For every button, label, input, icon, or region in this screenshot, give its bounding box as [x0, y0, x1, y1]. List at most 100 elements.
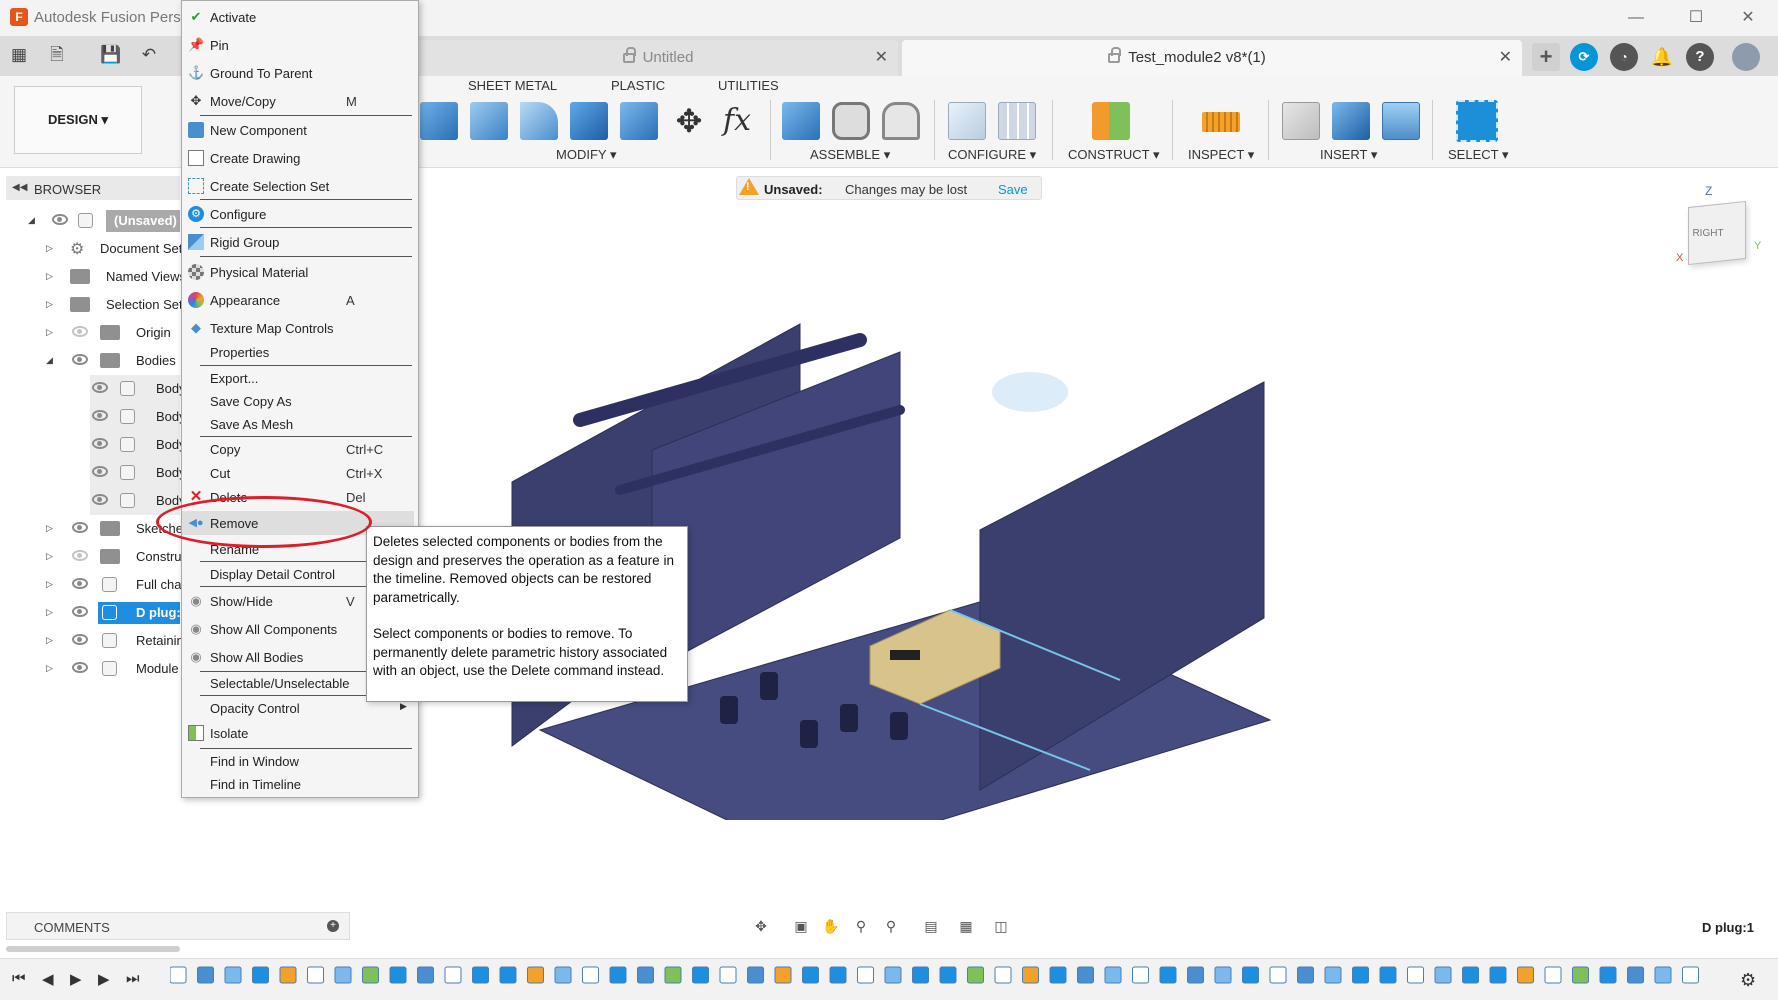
configure-icon[interactable] — [948, 102, 986, 140]
go-to-start-icon[interactable]: ⏮ — [12, 970, 26, 987]
tree-row-body[interactable]: Body — [90, 403, 186, 431]
expand-triangle-icon[interactable]: ▷ — [46, 551, 53, 562]
step-forward-icon[interactable]: ▶ — [98, 970, 110, 988]
tree-row-retaining[interactable]: ▷ Retainin — [6, 627, 184, 655]
close-tab-icon[interactable]: ✕ — [1499, 40, 1512, 76]
timeline-feature-icon[interactable] — [1517, 966, 1534, 984]
timeline-settings-gear-icon[interactable]: ⚙ — [1740, 970, 1756, 991]
offset-plane-icon[interactable] — [1092, 102, 1130, 140]
expand-triangle-icon[interactable]: ▷ — [46, 327, 53, 338]
timeline-feature-icon[interactable] — [664, 966, 682, 984]
timeline-feature-icon[interactable] — [224, 966, 242, 984]
timeline-feature-icon[interactable] — [499, 966, 517, 984]
workspace-switcher-button[interactable]: DESIGN ▾ — [14, 86, 142, 154]
visibility-eye-icon[interactable] — [92, 382, 108, 393]
insert-mcmaster-icon[interactable] — [1332, 102, 1370, 140]
timeline-feature-icon[interactable] — [692, 966, 709, 984]
add-comment-icon[interactable]: + — [327, 920, 339, 932]
timeline-feature-icon[interactable] — [472, 966, 489, 984]
menu-item-ground-to-parent[interactable]: ⚓ Ground To Parent — [182, 61, 414, 85]
undo-icon[interactable]: ↶ — [138, 44, 160, 66]
data-panel-grid-icon[interactable]: ▦ — [8, 44, 30, 66]
step-back-icon[interactable]: ◀ — [42, 970, 54, 988]
timeline-feature-icon[interactable] — [1682, 966, 1699, 984]
tree-row-selection-sets[interactable]: ▷ Selection Set — [6, 291, 183, 319]
visibility-eye-icon[interactable] — [72, 354, 88, 365]
timeline-feature-icon[interactable] — [582, 966, 599, 984]
notifications-bell-icon[interactable]: 🔔 — [1648, 43, 1676, 71]
collapse-browser-icon[interactable]: ◀◀ — [12, 182, 27, 193]
parameters-fx-icon[interactable]: fx — [718, 102, 756, 140]
collapse-triangle-icon[interactable]: ◢ — [28, 215, 35, 226]
browser-scrollbar[interactable] — [6, 946, 180, 952]
timeline-feature-icon[interactable] — [1572, 966, 1589, 984]
timeline-feature-icon[interactable] — [939, 966, 957, 984]
timeline-feature-icon[interactable] — [1187, 966, 1204, 984]
configuration-table-icon[interactable] — [998, 102, 1036, 140]
new-tab-plus-icon[interactable]: + — [1532, 43, 1560, 71]
combine-icon[interactable] — [620, 102, 658, 140]
tree-row-body[interactable]: Body — [90, 375, 186, 403]
file-menu-icon[interactable]: 🗎 — [46, 44, 68, 66]
select-cursor-icon[interactable] — [1456, 100, 1498, 142]
tab-sheet-metal[interactable]: SHEET METAL — [468, 78, 557, 93]
menu-item-pin[interactable]: 📌 Pin — [182, 33, 414, 57]
play-icon[interactable]: ▶ — [70, 970, 82, 988]
timeline-feature-icon[interactable] — [1269, 966, 1287, 984]
tree-row-named-views[interactable]: ▷ Named Views — [6, 263, 186, 291]
expand-triangle-icon[interactable]: ▷ — [46, 271, 53, 282]
expand-triangle-icon[interactable]: ▷ — [46, 663, 53, 674]
select-menu[interactable]: SELECT ▾ — [1448, 147, 1508, 163]
visibility-eye-icon[interactable] — [72, 606, 88, 617]
timeline-feature-icon[interactable] — [1627, 966, 1644, 984]
timeline-feature-icon[interactable] — [1599, 966, 1617, 984]
insert-derive-icon[interactable] — [1282, 102, 1320, 140]
timeline-feature-icon[interactable] — [1132, 966, 1149, 984]
new-component-icon[interactable] — [782, 102, 820, 140]
menu-item-move-copy[interactable]: ✥ Move/Copy M — [182, 89, 414, 113]
tree-row-bodies[interactable]: ◢ Bodies — [6, 347, 180, 375]
timeline-feature-icon[interactable] — [1352, 966, 1369, 984]
visibility-eye-icon[interactable] — [72, 662, 88, 673]
pan-hand-icon[interactable]: ✋ — [822, 918, 840, 936]
timeline-feature-icon[interactable] — [362, 966, 379, 984]
close-window-icon[interactable]: ✕ — [1728, 4, 1768, 32]
browser-root-row[interactable]: ◢ (Unsaved) — [6, 207, 180, 235]
as-built-joint-icon[interactable] — [882, 102, 920, 140]
timeline-feature-icon[interactable] — [554, 966, 572, 984]
menu-item-create-drawing[interactable]: Create Drawing — [182, 146, 414, 170]
maximize-icon[interactable]: ☐ — [1676, 4, 1716, 32]
visibility-eye-icon[interactable] — [72, 522, 88, 533]
user-avatar[interactable] — [1732, 43, 1760, 71]
menu-item-copy[interactable]: Copy Ctrl+C — [182, 437, 414, 461]
tab-untitled[interactable]: Untitled ✕ — [418, 40, 898, 76]
timeline-feature-icon[interactable] — [252, 966, 269, 984]
timeline-feature-icon[interactable] — [967, 966, 984, 984]
construct-menu[interactable]: CONSTRUCT ▾ — [1068, 147, 1160, 163]
timeline-feature-icon[interactable] — [637, 966, 654, 984]
timeline-feature-icon[interactable] — [1159, 966, 1177, 984]
tab-test-module[interactable]: Test_module2 v8*(1) ✕ — [902, 40, 1522, 76]
timeline-feature-icon[interactable] — [197, 966, 214, 984]
expand-triangle-icon[interactable]: ▷ — [46, 579, 53, 590]
timeline-feature-icon[interactable] — [417, 966, 434, 984]
viewports-icon[interactable]: ◫ — [992, 918, 1010, 936]
visibility-eye-icon[interactable] — [72, 634, 88, 645]
menu-item-appearance[interactable]: Appearance A — [182, 288, 414, 312]
timeline-feature-icon[interactable] — [1242, 966, 1259, 984]
menu-item-rigid-group[interactable]: Rigid Group — [182, 230, 414, 254]
fillet-icon[interactable] — [470, 102, 508, 140]
tree-row-module[interactable]: ▷ Module — [6, 655, 180, 683]
visibility-eye-icon[interactable] — [92, 438, 108, 449]
timeline-feature-icon[interactable] — [1214, 966, 1232, 984]
modify-menu[interactable]: MODIFY ▾ — [556, 147, 616, 163]
look-at-icon[interactable]: ▣ — [792, 918, 810, 936]
visibility-eye-icon[interactable] — [52, 214, 68, 225]
move-arrows-icon[interactable]: ✥ — [670, 102, 708, 140]
visibility-eye-icon[interactable] — [92, 410, 108, 421]
tree-row-full-chassis[interactable]: ▷ Full cha — [6, 571, 182, 599]
menu-item-physical-material[interactable]: Physical Material — [182, 260, 414, 284]
timeline-feature-icon[interactable] — [1077, 966, 1094, 984]
tab-plastic[interactable]: PLASTIC — [611, 78, 665, 93]
shell-icon[interactable] — [570, 102, 608, 140]
